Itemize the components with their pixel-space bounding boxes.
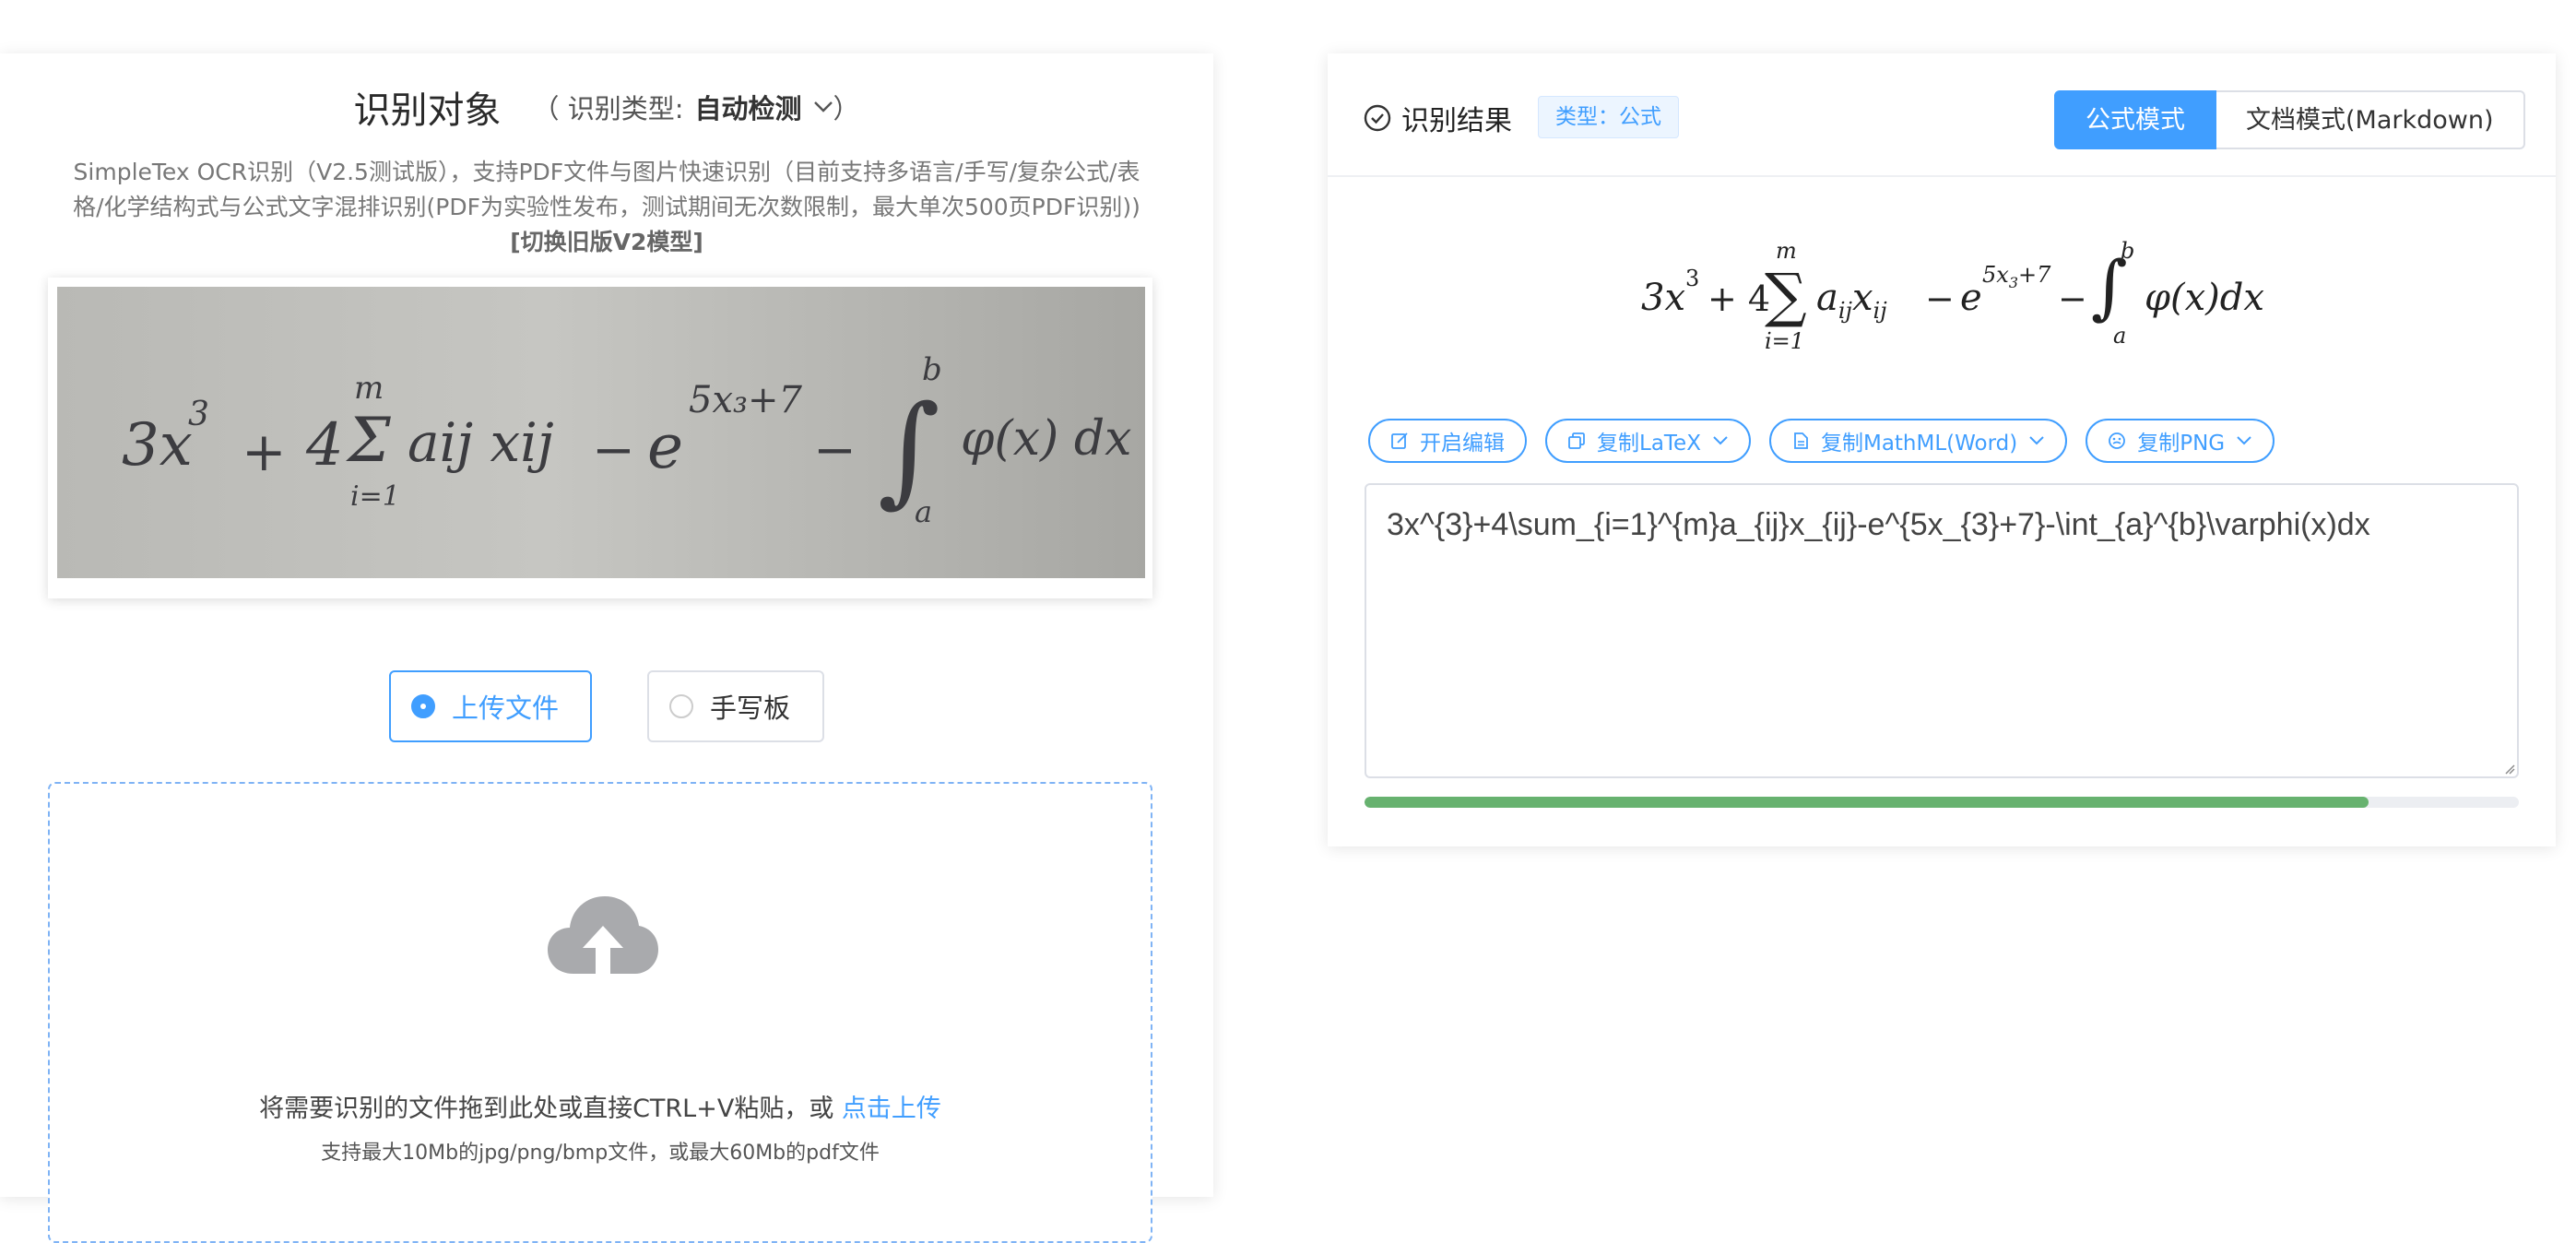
recognition-result-panel: 识别结果 类型：公式 公式模式 文档模式(Markdown) 3x 3 + 4 …	[1328, 53, 2556, 846]
result-type-badge: 类型：公式	[1538, 96, 1679, 138]
copy-mathml-label: 复制MathML(Word)	[1820, 432, 2018, 456]
dropzone-instruction: 将需要识别的文件拖到此处或直接CTRL+V粘贴，或 点击上传	[50, 1088, 1151, 1124]
input-mode-selector: 上传文件 手写板	[0, 670, 1213, 742]
action-buttons: 开启编辑 复制LaTeX 复制MathML(Word) 复制PNG	[1368, 419, 2275, 463]
recognition-progress-bar	[1365, 797, 2519, 808]
radio-checked-icon	[411, 694, 435, 718]
type-prefix: （ 识别类型:	[532, 93, 684, 124]
chevron-down-icon	[813, 101, 833, 112]
object-header: 识别对象 （ 识别类型: 自动检测 ）	[0, 79, 1213, 135]
image-icon	[2109, 432, 2126, 449]
enable-edit-button[interactable]: 开启编辑	[1368, 419, 1527, 463]
chevron-down-icon	[2029, 436, 2044, 445]
result-title: 识别结果	[1401, 105, 1512, 137]
recognition-object-panel: 识别对象 （ 识别类型: 自动检测 ） SimpleTex OCR识别（V2.5…	[0, 53, 1213, 1243]
description: SimpleTex OCR识别（V2.5测试版），支持PDF文件与图片快速识别（…	[46, 155, 1167, 260]
mode-tabs: 公式模式 文档模式(Markdown)	[2054, 90, 2525, 149]
handwriting-rendering: 3x 3 + 4 Σ m i=1 aij xij − e 5x₃+7 − ∫ b…	[122, 351, 1132, 529]
type-select[interactable]: 自动检测	[694, 88, 833, 126]
check-circle-icon	[1364, 104, 1391, 132]
resize-grip-icon[interactable]	[2504, 764, 2515, 775]
handwritten-formula-image: 3x 3 + 4 Σ m i=1 aij xij − e 5x₃+7 − ∫ b…	[57, 287, 1145, 578]
latex-output-textarea[interactable]: 3x^{3}+4\sum_{i=1}^{m}a_{ij}x_{ij}-e^{5x…	[1365, 483, 2519, 778]
handwriting-board-radio[interactable]: 手写板	[647, 670, 824, 742]
chevron-down-icon	[1713, 436, 1728, 445]
radio-unchecked-icon	[669, 694, 693, 718]
upload-dropzone[interactable]: 将需要识别的文件拖到此处或直接CTRL+V粘贴，或 点击上传 支持最大10Mb的…	[48, 782, 1152, 1243]
copy-icon	[1568, 432, 1585, 449]
dropzone-text: 将需要识别的文件拖到此处或直接CTRL+V粘贴，或	[259, 1095, 834, 1123]
object-title: 识别对象	[353, 89, 502, 132]
cloud-upload-icon	[548, 896, 658, 974]
dropzone-hint: 支持最大10Mb的jpg/png/bmp文件，或最大60Mb的pdf文件	[321, 1142, 880, 1165]
description-line1: SimpleTex OCR识别（V2.5测试版），支持PDF文件与图片快速识别（…	[73, 159, 1140, 185]
type-suffix: ）	[833, 93, 860, 124]
copy-latex-label: 复制LaTeX	[1597, 432, 1701, 456]
copy-latex-button[interactable]: 复制LaTeX	[1545, 419, 1751, 463]
tab-document-mode[interactable]: 文档模式(Markdown)	[2216, 90, 2525, 149]
description-line2: 格/化学结构式与公式文字混排识别(PDF为实验性发布，测试期间无次数限制，最大单…	[73, 194, 1140, 220]
upload-file-radio[interactable]: 上传文件	[389, 670, 592, 742]
switch-model-link[interactable]: [切换旧版V2模型]	[46, 225, 1167, 260]
chevron-down-icon	[2237, 436, 2251, 445]
tab-formula-mode[interactable]: 公式模式	[2054, 90, 2216, 149]
rendered-formula: 3x 3 + 4 ∑ m i=1 aijxij − e 5x3+7 − ∫ b …	[1641, 238, 2264, 354]
copy-png-label: 复制PNG	[2137, 432, 2226, 456]
result-header: 识别结果 类型：公式 公式模式 文档模式(Markdown)	[1328, 53, 2556, 177]
type-value: 自动检测	[694, 93, 802, 124]
uploaded-image-card: 3x 3 + 4 Σ m i=1 aij xij − e 5x₃+7 − ∫ b…	[48, 278, 1152, 598]
click-upload-link[interactable]: 点击上传	[842, 1095, 941, 1123]
copy-png-button[interactable]: 复制PNG	[2086, 419, 2275, 463]
edit-icon	[1391, 432, 1408, 449]
document-icon	[1794, 432, 1808, 449]
recognition-type: （ 识别类型: 自动检测 ）	[532, 88, 859, 126]
enable-edit-label: 开启编辑	[1420, 432, 1505, 456]
upload-file-label: 上传文件	[452, 693, 560, 724]
progress-fill	[1365, 797, 2369, 808]
handwriting-label: 手写板	[710, 693, 791, 724]
copy-mathml-button[interactable]: 复制MathML(Word)	[1768, 419, 2068, 463]
